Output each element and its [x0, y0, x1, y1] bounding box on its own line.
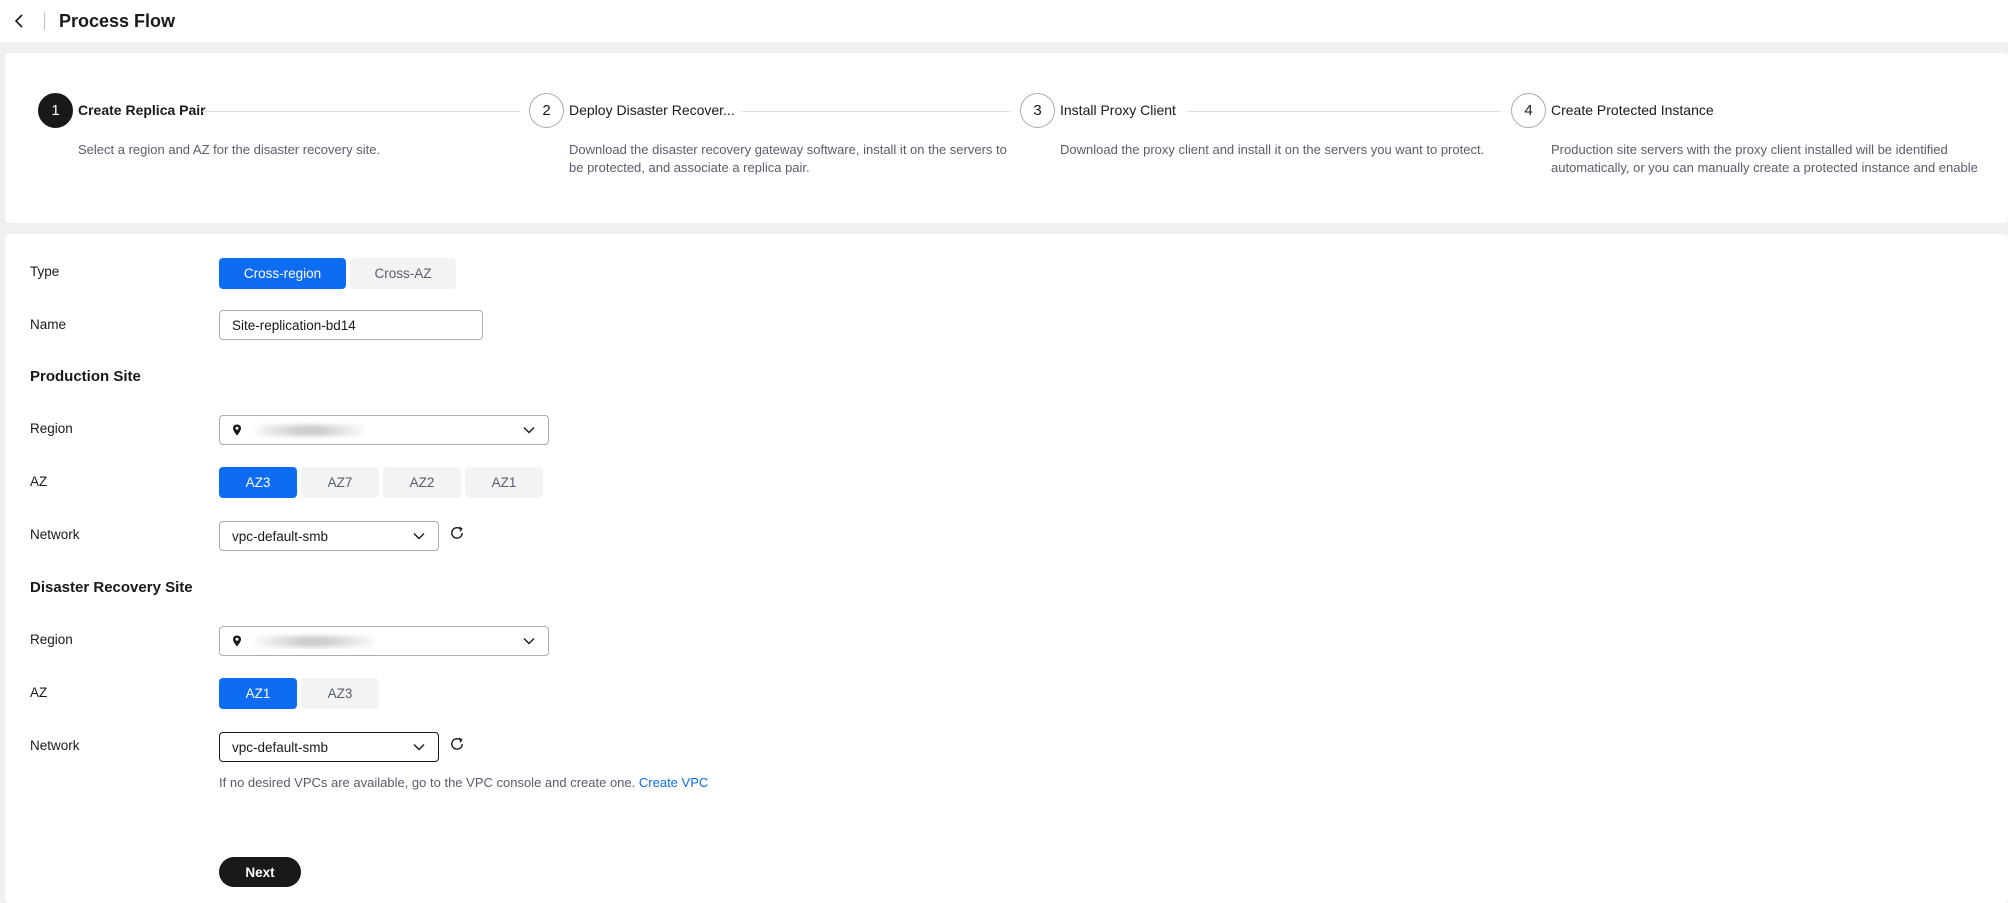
- production-region-select[interactable]: [219, 415, 549, 445]
- production-network-label: Network: [30, 527, 80, 542]
- create-vpc-link[interactable]: Create VPC: [639, 775, 708, 790]
- page-header: Process Flow: [0, 0, 2008, 42]
- vpc-hint-text: If no desired VPCs are available, go to …: [219, 775, 636, 790]
- step-connector: [202, 111, 520, 112]
- dr-region-select[interactable]: [219, 626, 549, 656]
- az-option[interactable]: AZ7: [301, 467, 379, 498]
- az-option[interactable]: AZ1: [219, 678, 297, 709]
- next-button[interactable]: Next: [219, 857, 301, 887]
- dr-network-label: Network: [30, 738, 80, 753]
- dr-az-selector: AZ1 AZ3: [219, 678, 379, 709]
- region-value-redacted: [250, 423, 522, 437]
- type-option-cross-region[interactable]: Cross-region: [219, 258, 346, 289]
- network-value: vpc-default-smb: [232, 739, 329, 755]
- step-number: 2: [529, 93, 564, 128]
- step-connector: [1187, 111, 1501, 112]
- az-option[interactable]: AZ3: [219, 467, 297, 498]
- process-flow-card: 1 Create Replica Pair Select a region an…: [5, 53, 2008, 223]
- az-option[interactable]: AZ2: [383, 467, 461, 498]
- type-option-cross-az[interactable]: Cross-AZ: [350, 258, 456, 289]
- back-icon[interactable]: [10, 12, 28, 30]
- type-label: Type: [30, 264, 60, 279]
- step-title: Deploy Disaster Recover...: [569, 102, 735, 118]
- step-description: Select a region and AZ for the disaster …: [78, 142, 381, 157]
- chevron-down-icon: [412, 740, 426, 754]
- step-title: Install Proxy Client: [1060, 102, 1176, 118]
- step-number: 4: [1511, 93, 1546, 128]
- chevron-down-icon: [522, 634, 536, 648]
- az-option[interactable]: AZ1: [465, 467, 543, 498]
- step-description: Production site servers with the proxy c…: [1551, 142, 1978, 175]
- header-divider: [44, 12, 45, 30]
- type-selector: Cross-region Cross-AZ: [219, 258, 456, 289]
- refresh-icon[interactable]: [448, 524, 466, 542]
- replica-pair-form: Type Cross-region Cross-AZ Name Producti…: [5, 234, 2008, 903]
- chevron-down-icon: [412, 529, 426, 543]
- dr-site-title: Disaster Recovery Site: [30, 579, 193, 596]
- chevron-down-icon: [522, 423, 536, 437]
- name-input[interactable]: [219, 310, 483, 340]
- step-title: Create Protected Instance: [1551, 102, 1714, 118]
- production-az-label: AZ: [30, 474, 48, 489]
- step-connector: [742, 111, 1010, 112]
- location-pin-icon: [232, 634, 246, 648]
- page-title: Process Flow: [59, 10, 176, 31]
- production-site-title: Production Site: [30, 368, 141, 385]
- step-title: Create Replica Pair: [78, 102, 206, 118]
- step-number: 1: [38, 93, 73, 128]
- refresh-icon[interactable]: [448, 735, 466, 753]
- step-number: 3: [1020, 93, 1055, 128]
- step-description: Download the proxy client and install it…: [1060, 142, 1485, 157]
- dr-network-select[interactable]: vpc-default-smb: [219, 732, 439, 762]
- vpc-hint: If no desired VPCs are available, go to …: [219, 775, 708, 790]
- name-label: Name: [30, 317, 67, 332]
- step-description: Download the disaster recovery gateway s…: [569, 142, 1007, 175]
- location-pin-icon: [232, 423, 246, 437]
- az-option[interactable]: AZ3: [301, 678, 379, 709]
- dr-region-label: Region: [30, 632, 73, 647]
- production-az-selector: AZ3 AZ7 AZ2 AZ1: [219, 467, 543, 498]
- region-value-redacted: [250, 634, 522, 648]
- production-region-label: Region: [30, 421, 73, 436]
- dr-az-label: AZ: [30, 685, 48, 700]
- production-network-select[interactable]: vpc-default-smb: [219, 521, 439, 551]
- network-value: vpc-default-smb: [232, 528, 329, 544]
